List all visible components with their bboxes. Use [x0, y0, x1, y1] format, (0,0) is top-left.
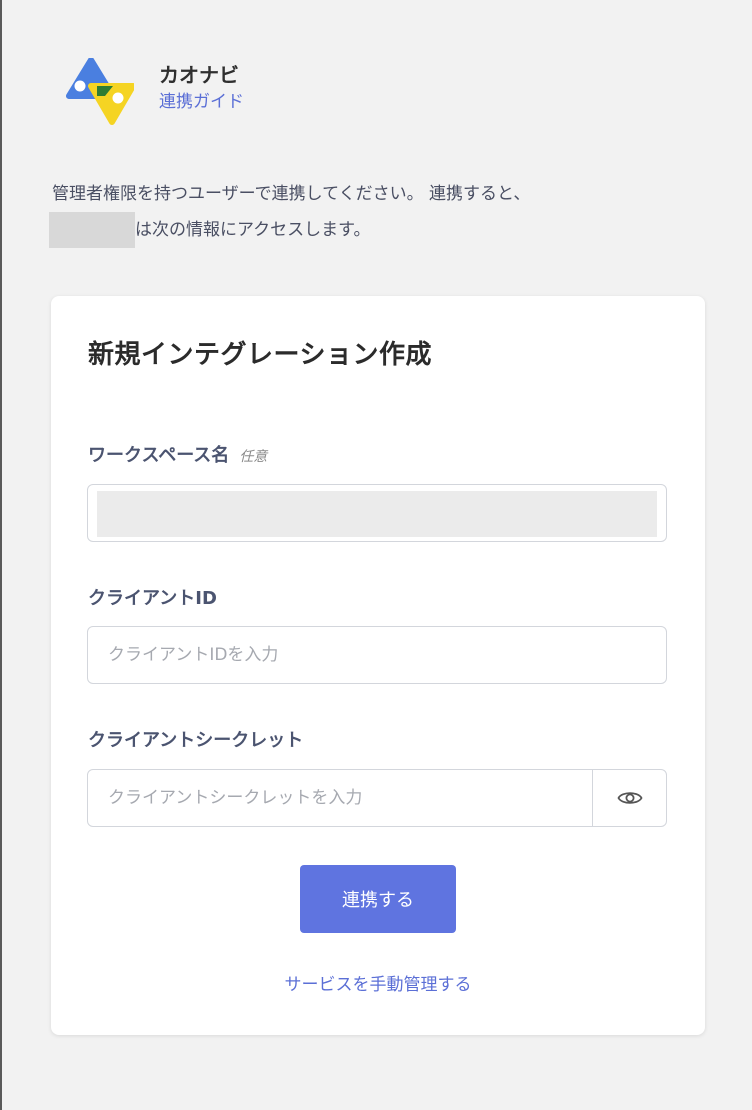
eye-icon: [617, 792, 643, 804]
client-id-input[interactable]: [88, 627, 666, 683]
intro-line-1: 管理者権限を持つユーザーで連携してください。 連携すると、: [52, 184, 531, 204]
app-header: カオナビ 連携ガイド: [64, 57, 244, 128]
client-id-field: [87, 626, 667, 684]
show-secret-button[interactable]: [592, 770, 666, 826]
intro-line-2-text: は次の情報にアクセスします。: [135, 220, 371, 240]
intro-line-2: は次の情報にアクセスします。: [49, 212, 712, 248]
workspace-name-label-text: ワークスペース名: [88, 445, 230, 466]
client-id-label: クライアントID: [88, 588, 217, 609]
redacted-workspace-value: [97, 491, 657, 537]
workspace-name-label: ワークスペース名 任意: [88, 441, 267, 467]
client-secret-label: クライアントシークレット: [88, 730, 304, 751]
manual-manage-link[interactable]: サービスを手動管理する: [51, 970, 705, 995]
client-secret-field: [87, 769, 667, 827]
workspace-name-input[interactable]: [87, 484, 667, 542]
kaonavi-logo-icon: [64, 57, 136, 128]
client-secret-input[interactable]: [88, 770, 593, 826]
window-left-edge: [0, 0, 2, 1110]
app-name: カオナビ: [159, 63, 239, 87]
integration-form-card: 新規インテグレーション作成 ワークスペース名 任意 クライアントID クライアント…: [51, 296, 705, 1035]
intro-text: 管理者権限を持つユーザーで連携してください。 連携すると、 は次の情報にアクセス…: [49, 176, 712, 248]
form-title: 新規インテグレーション作成: [88, 340, 432, 370]
redacted-app-name: [49, 212, 135, 248]
integration-guide-link[interactable]: 連携ガイド: [159, 89, 244, 115]
optional-tag: 任意: [239, 449, 268, 465]
connect-button[interactable]: 連携する: [300, 865, 456, 933]
app-title-block: カオナビ 連携ガイド: [159, 61, 244, 115]
